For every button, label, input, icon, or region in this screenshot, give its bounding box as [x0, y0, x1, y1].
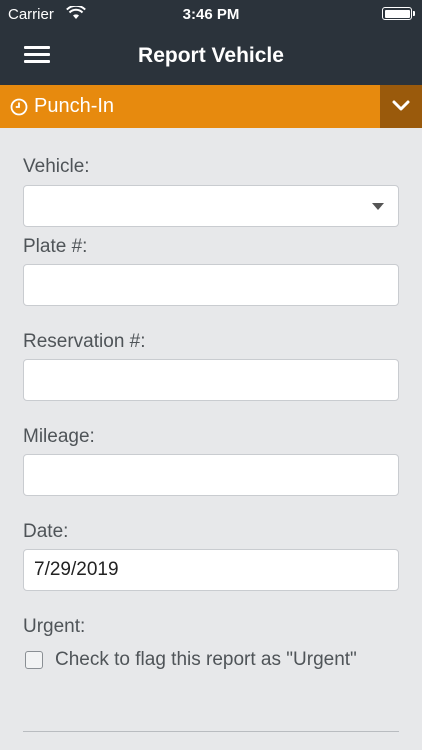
section-divider — [23, 731, 399, 732]
vehicle-select[interactable] — [23, 185, 399, 227]
urgent-checkbox-label[interactable]: Check to flag this report as "Urgent" — [55, 649, 357, 671]
plate-label: Plate #: — [23, 236, 88, 257]
urgent-checkbox[interactable] — [25, 651, 43, 669]
chevron-down-icon — [392, 100, 410, 111]
status-time: 3:46 PM — [182, 6, 240, 23]
reservation-input[interactable] — [23, 359, 399, 401]
punch-in-label: Punch-In — [34, 95, 115, 117]
mileage-label: Mileage: — [23, 426, 95, 447]
battery-icon — [382, 7, 415, 20]
page-title: Report Vehicle — [138, 44, 284, 67]
clock-icon — [10, 98, 28, 115]
expand-button[interactable] — [380, 85, 422, 128]
dropdown-caret-icon — [372, 203, 384, 210]
punch-in-toggle[interactable]: Punch-In — [10, 85, 114, 128]
mileage-input[interactable] — [23, 454, 399, 496]
reservation-label: Reservation #: — [23, 331, 146, 352]
punch-in-bar: Punch-In — [0, 85, 422, 128]
urgent-label: Urgent: — [23, 616, 86, 637]
date-label: Date: — [23, 521, 69, 542]
vehicle-label: Vehicle: — [23, 156, 90, 177]
date-input[interactable] — [23, 549, 399, 591]
plate-input[interactable] — [23, 264, 399, 306]
app-header: Carrier 3:46 PM Report Vehicle — [0, 0, 422, 85]
status-bar: Carrier 3:46 PM — [0, 0, 422, 30]
